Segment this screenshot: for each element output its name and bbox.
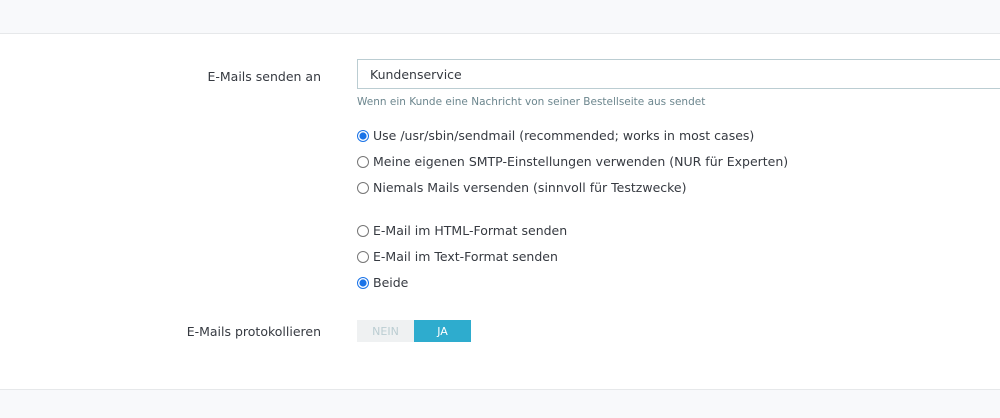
radio-input[interactable]	[357, 129, 369, 142]
footer-band	[0, 389, 1000, 418]
top-header-band	[0, 0, 1000, 34]
email-to-help: Wenn ein Kunde eine Nachricht von seiner…	[357, 96, 706, 108]
log-emails-toggle[interactable]: NEIN JA	[357, 320, 471, 342]
radio-input[interactable]	[357, 181, 369, 194]
radio-input[interactable]	[357, 276, 369, 289]
radio-smtp[interactable]: Meine eigenen SMTP-Einstellungen verwend…	[357, 154, 788, 169]
radio-input[interactable]	[357, 250, 369, 263]
radio-never[interactable]: Niemals Mails versenden (sinnvoll für Te…	[357, 180, 687, 195]
radio-input[interactable]	[357, 224, 369, 237]
toggle-yes[interactable]: JA	[414, 320, 471, 342]
radio-both-format[interactable]: Beide	[357, 275, 408, 290]
log-emails-label: E-Mails protokollieren	[186, 324, 321, 339]
radio-sendmail[interactable]: Use /usr/sbin/sendmail (recommended; wor…	[357, 128, 754, 143]
radio-html-format[interactable]: E-Mail im HTML-Format senden	[357, 223, 567, 238]
radio-input[interactable]	[357, 155, 369, 168]
email-to-input[interactable]	[357, 59, 1000, 89]
toggle-no[interactable]: NEIN	[357, 320, 414, 342]
email-to-label: E-Mails senden an	[207, 69, 321, 84]
radio-text-format[interactable]: E-Mail im Text-Format senden	[357, 249, 558, 264]
